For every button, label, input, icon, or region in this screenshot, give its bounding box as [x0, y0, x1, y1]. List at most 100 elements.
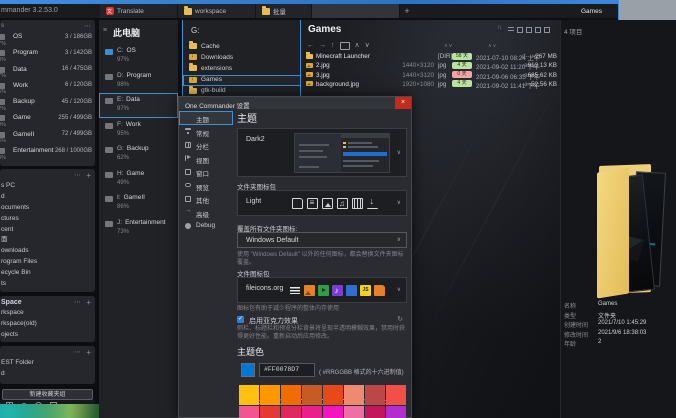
drive-row[interactable]: OS 3 / 186GB 97%: [0, 32, 95, 48]
expand-icon[interactable]: ∨: [365, 41, 370, 49]
settings-nav-item[interactable]: 分栏: [179, 138, 233, 152]
workspace-item[interactable]: ojects: [0, 330, 95, 341]
new-folder-icon[interactable]: [339, 42, 350, 50]
palette-color[interactable]: [302, 385, 322, 405]
palette-color[interactable]: [281, 406, 301, 418]
drive-row[interactable]: E: Data 97%: [99, 93, 178, 118]
dialog-titlebar[interactable]: One Commander 设置 ×: [179, 97, 411, 110]
forward-icon[interactable]: →: [319, 42, 326, 49]
delete-icon[interactable]: [544, 27, 550, 33]
palette-color[interactable]: [302, 406, 322, 418]
acrylic-checkbox[interactable]: ✓: [237, 316, 244, 323]
favorite-item[interactable]: rogram Files: [0, 257, 95, 268]
close-icon[interactable]: ×: [395, 97, 411, 109]
palette-color[interactable]: [260, 406, 280, 418]
favorite-item[interactable]: ecycle Bin: [0, 268, 95, 279]
sort-date-icon[interactable]: ∧∨: [488, 43, 497, 49]
view-mode-icon[interactable]: [508, 27, 514, 33]
add-item-icon[interactable]: +: [86, 348, 91, 357]
new-favorites-group-button[interactable]: 新建收藏夹组: [2, 389, 93, 400]
add-favorite-icon[interactable]: +: [86, 171, 91, 180]
favorite-item[interactable]: ocuments: [0, 203, 95, 214]
drive-row[interactable]: Work 6 / 120GB 95%: [0, 81, 95, 97]
new-file-icon[interactable]: [517, 27, 523, 33]
palette-color[interactable]: [365, 406, 385, 418]
file-row[interactable]: Minecraft Launcher [DIR] 58 天 2021-07-10…: [301, 52, 561, 62]
tab-workspace[interactable]: workspace: [178, 4, 256, 18]
settings-nav-item[interactable]: 常规: [179, 125, 233, 139]
palette-color[interactable]: [365, 385, 385, 405]
drive-row[interactable]: Entertainment 268 / 1000GB 73%: [0, 146, 95, 162]
palette-color[interactable]: [323, 385, 343, 405]
drive-row[interactable]: C: OS 97%: [99, 44, 178, 69]
chevron-down-icon[interactable]: ∨: [397, 236, 401, 243]
workspace-item[interactable]: rkspace: [0, 308, 95, 319]
settings-nav-item[interactable]: 视图: [179, 152, 233, 166]
palette-color[interactable]: [239, 406, 259, 418]
file-row[interactable]: 3.jpg 1440×3120 jpg 0 天 2021-09-06 06:35…: [301, 71, 561, 81]
favorite-item[interactable]: s PC: [0, 181, 95, 192]
drive-row[interactable]: GameII 72 / 499GB 86%: [0, 130, 95, 146]
panel-menu-icon[interactable]: ⋯: [74, 348, 81, 356]
sort-type-icon[interactable]: ∧∨: [444, 43, 453, 49]
folder-row[interactable]: Cache: [183, 41, 301, 52]
hex-color-input[interactable]: #FF0078D7: [259, 363, 315, 377]
tab-batch[interactable]: 批量: [256, 4, 312, 18]
favorite-item[interactable]: ts: [0, 279, 95, 290]
accent-color-swatch[interactable]: [241, 363, 255, 377]
sort-icon[interactable]: [497, 25, 505, 33]
override-dropdown[interactable]: Windows Default ∨: [237, 232, 407, 248]
favorite-item[interactable]: ctures: [0, 214, 95, 225]
drive-row[interactable]: Program 3 / 142GB 98%: [0, 48, 95, 64]
settings-nav-item[interactable]: 窗口: [179, 165, 233, 179]
drive-row[interactable]: Backup 45 / 120GB 62%: [0, 97, 95, 113]
drive-row[interactable]: J: Entertainment 73%: [99, 216, 178, 241]
tab-translate[interactable]: Translate: [100, 4, 178, 18]
panel-menu-icon[interactable]: ⋯: [84, 22, 91, 30]
test-item[interactable]: EST Folder: [0, 358, 95, 369]
new-tab-button[interactable]: +: [400, 4, 414, 18]
palette-color[interactable]: [239, 385, 259, 405]
palette-color[interactable]: [323, 406, 343, 418]
file-icon-pack-selector[interactable]: fileicons.org ∨: [237, 277, 407, 303]
folder-row[interactable]: extensions: [183, 63, 301, 74]
palette-color[interactable]: [386, 406, 406, 418]
copy-icon[interactable]: [526, 27, 532, 33]
palette-color[interactable]: [386, 385, 406, 405]
collapse-icon[interactable]: ∧: [355, 41, 360, 49]
file-row[interactable]: 2.jpg 1440×3120 jpg 4 天 2021-09-02 11:20…: [301, 61, 561, 71]
tab-games[interactable]: Games: [312, 0, 676, 230]
chevron-down-icon[interactable]: ∨: [397, 149, 401, 156]
folder-row[interactable]: Games: [183, 74, 301, 86]
drive-row[interactable]: Game 255 / 499GB 49%: [0, 113, 95, 129]
palette-color[interactable]: [344, 406, 364, 418]
up-icon[interactable]: ↑: [331, 42, 335, 49]
test-item[interactable]: d: [0, 369, 95, 380]
file-row[interactable]: background.jpg 1920×1080 jpg 4 天 2021-09…: [301, 80, 561, 90]
add-workspace-icon[interactable]: +: [86, 298, 91, 307]
folder-icon-pack-selector[interactable]: Light ∨: [237, 190, 407, 216]
drive-row[interactable]: Data 16 / 475GB 97%: [0, 65, 95, 81]
drive-row[interactable]: F: Work 95%: [99, 118, 178, 143]
workspace-item[interactable]: rkspace(old): [0, 319, 95, 330]
panel-menu-icon[interactable]: ⋯: [74, 171, 81, 179]
settings-nav-item[interactable]: 主题: [179, 111, 406, 405]
settings-nav-item[interactable]: 高级: [179, 206, 233, 220]
settings-nav-item[interactable]: Debug: [179, 219, 233, 233]
chevron-down-icon[interactable]: ∨: [397, 199, 401, 206]
palette-color[interactable]: [344, 385, 364, 405]
palette-color[interactable]: [260, 385, 280, 405]
titlebar[interactable]: mmander 3.2.53.0 Translate workspace 批量 …: [0, 0, 676, 230]
back-icon[interactable]: ←: [307, 42, 314, 49]
chevron-down-icon[interactable]: ∨: [397, 286, 401, 293]
drive-row[interactable]: G: Backup 62%: [99, 142, 178, 167]
drive-row[interactable]: I: GameII 86%: [99, 191, 178, 216]
theme-selector[interactable]: Dark2 ∨: [237, 128, 407, 177]
preview-toggle-icon[interactable]: [535, 27, 541, 33]
favorite-item[interactable]: 面: [0, 235, 95, 246]
favorite-item[interactable]: d: [0, 192, 95, 203]
drive-row[interactable]: H: Game 49%: [99, 167, 178, 192]
menu-icon[interactable]: ≡: [103, 27, 107, 34]
panel-menu-icon[interactable]: ⋯: [74, 298, 81, 306]
folder-row[interactable]: Downloads: [183, 52, 301, 63]
